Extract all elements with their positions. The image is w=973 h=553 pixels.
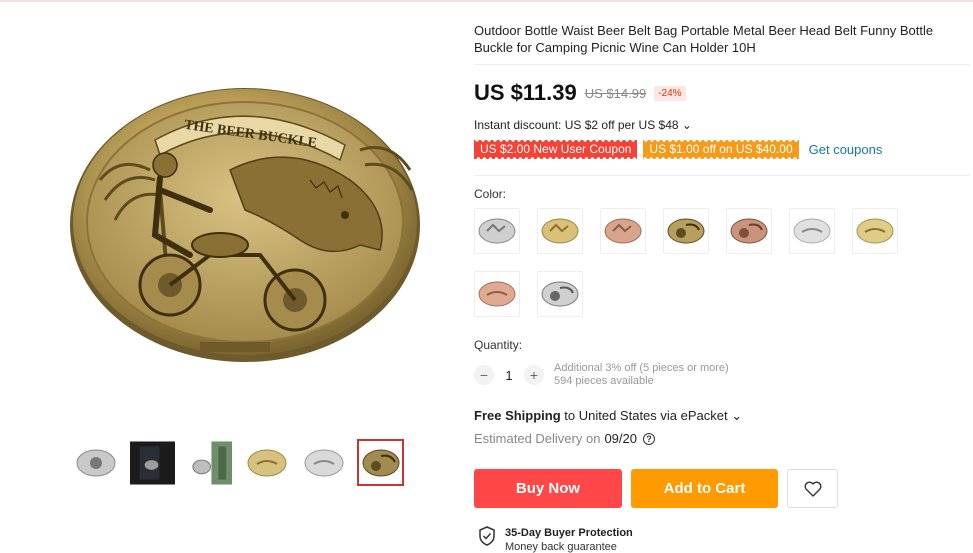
help-icon[interactable]: ? <box>643 432 655 445</box>
quantity-minus-button[interactable]: − <box>474 365 494 385</box>
stock-available: 594 pieces available <box>554 375 654 387</box>
estimated-delivery: Estimated Delivery on 09/20 ? <box>474 431 655 446</box>
thumbnail-5[interactable] <box>300 439 347 486</box>
shipping-destination: to United States via ePacket ⌄ <box>560 408 743 423</box>
color-swatches <box>474 208 904 317</box>
estimated-delivery-date: 09/20 <box>604 431 637 446</box>
heart-icon <box>804 481 821 497</box>
discount-badge: -24% <box>654 85 686 101</box>
thumbnail-1[interactable] <box>72 439 119 486</box>
buyer-protection: 35-Day Buyer Protection Money back guara… <box>478 526 633 553</box>
quantity-plus-button[interactable]: + <box>524 365 544 385</box>
protection-title: 35-Day Buyer Protection <box>505 527 633 539</box>
free-shipping-label: Free Shipping <box>474 408 561 423</box>
threshold-coupon[interactable]: US $1.00 off on US $40.00 <box>643 140 799 159</box>
thumbnail-4[interactable] <box>243 439 290 486</box>
swatch-silver-biker[interactable] <box>537 271 583 317</box>
swatch-copper-eagle[interactable] <box>600 208 646 254</box>
divider <box>474 64 969 65</box>
swatch-silver-eagle[interactable] <box>474 208 520 254</box>
current-price: US $11.39 <box>474 80 577 105</box>
color-label: Color: <box>474 187 507 201</box>
quantity-label: Quantity: <box>474 338 523 352</box>
thumbnail-6-selected[interactable] <box>357 439 404 486</box>
top-divider <box>0 0 973 2</box>
swatch-silver-mustache[interactable] <box>789 208 835 254</box>
thumbnail-3[interactable] <box>186 439 233 486</box>
thumbnail-2[interactable] <box>129 439 176 486</box>
swatch-gold-mustache[interactable] <box>852 208 898 254</box>
swatch-copper-biker[interactable] <box>726 208 772 254</box>
original-price: US $14.99 <box>584 85 647 101</box>
instant-discount-label: Instant discount: US $2 off per US $48 <box>474 118 679 132</box>
bulk-discount-note: Additional 3% off (5 pieces or more) <box>554 362 729 374</box>
estimated-delivery-label: Estimated Delivery on <box>474 431 601 446</box>
swatch-bronze-biker[interactable] <box>663 208 709 254</box>
shield-check-icon <box>479 526 495 546</box>
divider <box>474 175 969 176</box>
coupon-row: US $2.00 New User Coupon US $1.00 off on… <box>474 140 882 159</box>
chevron-down-icon: ⌄ <box>681 118 692 132</box>
wishlist-button[interactable] <box>787 469 838 508</box>
product-title: Outdoor Bottle Waist Beer Belt Bag Porta… <box>474 23 934 55</box>
add-to-cart-button[interactable]: Add to Cart <box>631 469 778 508</box>
main-product-image[interactable]: THE BEER BUCKLE <box>60 60 430 390</box>
quantity-stepper: − 1 + Additional 3% off (5 pieces or mor… <box>474 362 729 388</box>
quantity-note: Additional 3% off (5 pieces or more) 594… <box>554 362 729 388</box>
get-coupons-link[interactable]: Get coupons <box>809 142 883 157</box>
thumbnail-strip <box>72 439 404 486</box>
buy-now-button[interactable]: Buy Now <box>474 469 622 508</box>
quantity-input[interactable]: 1 <box>494 368 524 383</box>
new-user-coupon[interactable]: US $2.00 New User Coupon <box>474 140 638 159</box>
swatch-copper-mustache[interactable] <box>474 271 520 317</box>
instant-discount[interactable]: Instant discount: US $2 off per US $48 ⌄ <box>474 118 692 132</box>
swatch-gold-eagle[interactable] <box>537 208 583 254</box>
price-row: US $11.39 US $14.99 -24% <box>474 80 686 106</box>
shipping-info[interactable]: Free Shipping to United States via ePack… <box>474 408 742 424</box>
protection-subtitle: Money back guarantee <box>505 541 617 553</box>
